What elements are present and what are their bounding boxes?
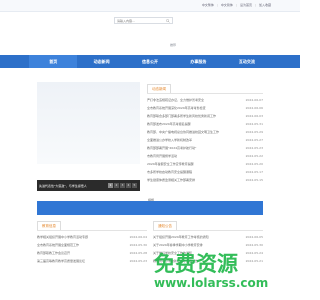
news-title[interactable]: 市多所学校启动教育安全提醒课程 <box>147 170 235 174</box>
search-input[interactable] <box>117 18 165 23</box>
education-info-list: 教学相关组织开展中小学教育活动专题 2024-06-04 全市教育系统开展全面规范… <box>37 233 147 265</box>
watermark-url: www.lolarss.com <box>154 276 269 290</box>
nav-interaction[interactable]: 互动交流 <box>223 55 271 68</box>
news-title[interactable]: 教育部部署开展"2024高考护航行动" <box>147 146 235 150</box>
item-date: 2024-05-30 <box>245 243 263 247</box>
list-item[interactable]: 教育部部署开展"2024高考护航行动" 2024-05-23 <box>147 144 263 152</box>
item-date: 2024-05-23 <box>129 259 147 263</box>
separator: | <box>235 3 237 7</box>
add-favorites-link[interactable]: 加入收藏 <box>259 3 271 7</box>
news-date: 2024-06-06 <box>245 106 263 110</box>
item-title[interactable]: 关于组织开展2024年教育工作考核的通知 <box>153 235 235 239</box>
news-date: 2024-05-31 <box>245 122 263 126</box>
list-item[interactable]: 全市教育系统开展深化2024年高考考务检查 2024-06-06 <box>147 104 263 112</box>
top-bar: 中文繁体 | 中文简体 | 设为首页 | 加入收藏 <box>0 0 300 12</box>
education-info-tab[interactable]: 教育信息 <box>37 221 61 230</box>
item-date: 2024-05-24 <box>245 251 263 255</box>
list-item[interactable]: 教育部发布2024年高考报名提醒 2024-05-31 <box>147 120 263 128</box>
list-item[interactable]: 教育部、中央广播电视总台协同推进校园文明卫生工作 2024-05-29 <box>147 128 263 136</box>
nav-items: 首页 动态新闻 信息公开 办事服务 互动交流 <box>29 55 271 68</box>
banner-caption-bar: 先进代表性"大思政"，与学生感悟人 1 2 3 4 5 <box>37 180 140 191</box>
news-date: 2024-06-03 <box>245 114 263 118</box>
banner-caption: 先进代表性"大思政"，与学生感悟人 <box>39 183 87 188</box>
nav-news[interactable]: 动态新闻 <box>77 55 125 68</box>
carousel-dot[interactable]: 5 <box>132 183 137 188</box>
divider <box>153 230 263 231</box>
news-date: 2024-06-07 <box>245 98 263 102</box>
item-title[interactable]: 第三届高等教育教学高质量发展论坛 <box>37 259 119 263</box>
item-title[interactable]: 教学相关组织开展中小学教育活动专题 <box>37 235 119 239</box>
list-item[interactable]: 教育部职教工作会议召开 2024-05-28 <box>37 249 147 257</box>
news-title[interactable]: 教育部发布2024年高考报名提醒 <box>147 122 235 126</box>
news-tab[interactable]: 动态新闻 <box>147 84 171 93</box>
news-title[interactable]: 教育部联合多部门部署多所学生新风校优秀新闻工作 <box>147 114 235 118</box>
carousel-pager: 1 2 3 4 5 <box>108 183 137 188</box>
news-title[interactable]: 学生健康体质监测相关工作部署安排 <box>147 178 235 182</box>
banner-image[interactable] <box>37 82 140 164</box>
list-item[interactable]: 2024年暑假安全工作宣传教育提醒 2024-05-20 <box>147 160 263 168</box>
separator: | <box>254 3 256 7</box>
list-item[interactable]: 关于组织开展2024年教育工作考核的通知 2024-06-05 <box>153 233 263 241</box>
item-date: 2024-05-28 <box>129 251 147 255</box>
list-item[interactable]: 市多所学校启动教育安全提醒课程 2024-05-17 <box>147 168 263 176</box>
item-title[interactable]: 关于2024年春季学期中小学教育安排 <box>153 243 235 247</box>
news-title[interactable]: 全市教育系统开展深化2024年高考考务检查 <box>147 106 235 110</box>
search-box <box>114 17 173 24</box>
item-date: 2024-05-30 <box>129 243 147 247</box>
news-title[interactable]: 教育部、中央广播电视总台协同推进校园文明卫生工作 <box>147 130 235 134</box>
news-title[interactable]: 全面推进公办学校入学新机制改革 <box>147 138 235 142</box>
search-icon <box>166 18 170 23</box>
item-title[interactable]: 教育部职教工作会议召开 <box>37 251 119 255</box>
item-date: 2024-05-21 <box>245 259 263 263</box>
news-title[interactable]: 市教育局开展督学活动 <box>147 154 235 158</box>
nav-home[interactable]: 首页 <box>29 55 78 68</box>
news-list: 严打非法违规疏证办证，全力维护普考安全 2024-06-07 全市教育系统开展深化… <box>147 96 263 184</box>
item-title[interactable]: 全市教育系统开展全面规范工作 <box>37 243 119 247</box>
divider <box>147 93 263 94</box>
list-item[interactable]: 全市教育系统开展全面规范工作 2024-05-30 <box>37 241 147 249</box>
carousel-dot[interactable]: 2 <box>114 183 119 188</box>
news-panel: 动态新闻 严打非法违规疏证办证，全力维护普考安全 2024-06-07 全市教育系… <box>147 84 263 194</box>
traditional-chinese-link[interactable]: 中文繁体 <box>202 3 214 7</box>
hot-search-label: 推荐 <box>170 43 177 47</box>
notice-tab[interactable]: 通知公告 <box>153 221 177 230</box>
main-nav: 首页 动态新闻 信息公开 办事服务 互动交流 <box>0 55 300 68</box>
news-date: 2024-05-15 <box>245 178 263 182</box>
list-item[interactable]: 教育部联合多部门部署多所学生新风校优秀新闻工作 2024-06-03 <box>147 112 263 120</box>
news-date: 2024-05-17 <box>245 170 263 174</box>
list-item[interactable]: 教学相关组织开展中小学教育活动专题 2024-06-04 <box>37 233 147 241</box>
top-links: 中文繁体 | 中文简体 | 设为首页 | 加入收藏 <box>202 3 271 7</box>
nav-info-public[interactable]: 信息公开 <box>126 55 174 68</box>
carousel-dot[interactable]: 1 <box>108 183 113 188</box>
list-item[interactable]: 严打非法违规疏证办证，全力维护普考安全 2024-06-07 <box>147 96 263 104</box>
item-date: 2024-06-05 <box>245 235 263 239</box>
news-date: 2024-05-29 <box>245 130 263 134</box>
carousel-dot[interactable]: 3 <box>120 183 125 188</box>
list-item[interactable]: 学生健康体质监测相关工作部署安排 2024-05-15 <box>147 176 263 184</box>
list-item[interactable]: 第三届高等教育教学高质量发展论坛 2024-05-23 <box>37 257 147 265</box>
news-date: 2024-05-27 <box>245 138 263 142</box>
news-title[interactable]: 严打非法违规疏证办证，全力维护普考安全 <box>147 98 235 102</box>
nav-services[interactable]: 办事服务 <box>174 55 222 68</box>
watermark-text: 免费资源 <box>154 252 238 276</box>
simplified-chinese-link[interactable]: 中文简体 <box>221 3 233 7</box>
news-date: 2024-05-23 <box>245 146 263 150</box>
list-item[interactable]: 全面推进公办学校入学新机制改革 2024-05-27 <box>147 136 263 144</box>
divider <box>37 230 147 231</box>
set-homepage-link[interactable]: 设为首页 <box>240 3 252 7</box>
news-date: 2024-05-22 <box>245 154 263 158</box>
separator: | <box>216 3 218 7</box>
education-info-panel: 教育信息 教学相关组织开展中小学教育活动专题 2024-06-04 全市教育系统开… <box>37 221 147 300</box>
news-date: 2024-05-20 <box>245 162 263 166</box>
item-date: 2024-06-04 <box>129 235 147 239</box>
search-button[interactable] <box>164 18 172 23</box>
news-title[interactable]: 2024年暑假安全工作宣传教育提醒 <box>147 162 235 166</box>
carousel-dot[interactable]: 4 <box>126 183 131 188</box>
ad-banner[interactable] <box>37 201 263 215</box>
list-item[interactable]: 市教育局开展督学活动 2024-05-22 <box>147 152 263 160</box>
